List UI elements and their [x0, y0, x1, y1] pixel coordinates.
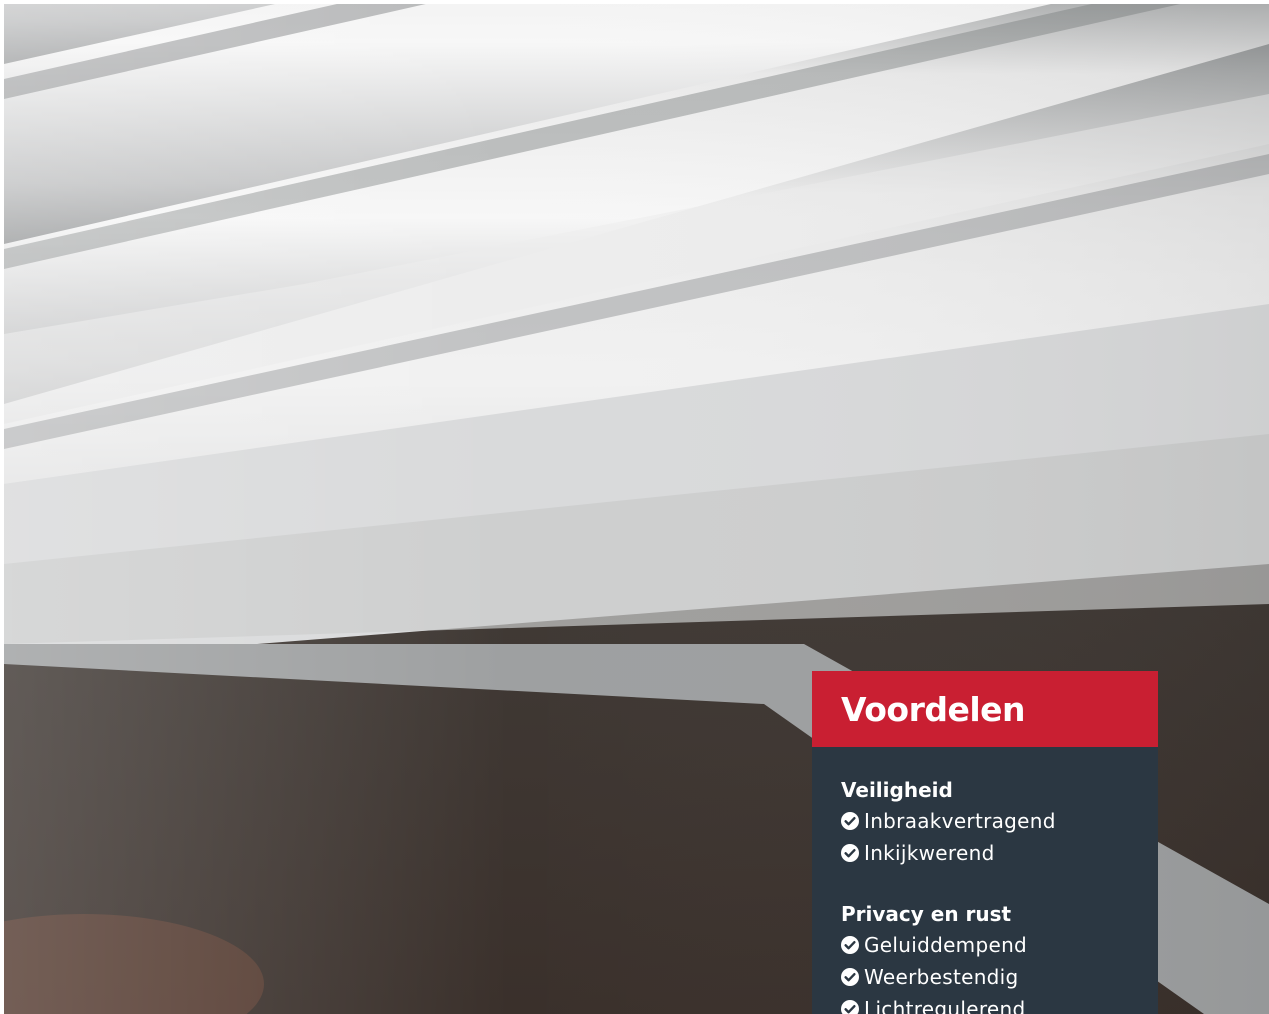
group-heading: Veiligheid: [841, 778, 953, 802]
list-item: Inkijkwerend: [841, 837, 1158, 869]
group-heading: Privacy en rust: [841, 902, 1012, 926]
advantages-body: Veiligheid Inbraakvertragend Inkijkweren…: [812, 747, 1158, 1014]
list-item-label: Geluiddempend: [864, 933, 1028, 957]
list-item: Lichtregulerend: [841, 993, 1158, 1014]
check-circle-icon: [841, 812, 859, 830]
check-circle-icon: [841, 844, 859, 862]
list-item: Inbraakvertragend: [841, 805, 1158, 837]
list-item-label: Inkijkwerend: [864, 841, 995, 865]
advantages-header: Voordelen: [812, 671, 1158, 747]
check-circle-icon: [841, 936, 859, 954]
list-item-label: Lichtregulerend: [864, 997, 1026, 1014]
list-item: Weerbestendig: [841, 961, 1158, 993]
group-privacy-en-rust: Privacy en rust Geluiddempend Weerbesten…: [841, 899, 1158, 1014]
list-item-label: Weerbestendig: [864, 965, 1019, 989]
list-item-label: Inbraakvertragend: [864, 809, 1056, 833]
list-item: Geluiddempend: [841, 929, 1158, 961]
advantages-panel: Voordelen Veiligheid Inbraakvertragend I…: [812, 671, 1158, 1014]
group-veiligheid: Veiligheid Inbraakvertragend Inkijkweren…: [841, 775, 1158, 869]
check-circle-icon: [841, 1000, 859, 1014]
check-circle-icon: [841, 968, 859, 986]
brochure-page: Voordelen Veiligheid Inbraakvertragend I…: [0, 0, 1269, 1014]
advantages-title: Voordelen: [841, 689, 1026, 729]
